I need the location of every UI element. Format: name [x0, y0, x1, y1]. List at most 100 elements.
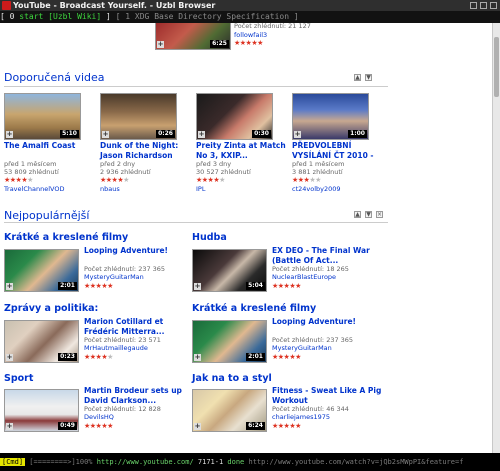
video-title[interactable]: Preity Zinta at Match No 3, KXIP...: [196, 141, 286, 161]
top-video-views: Počet zhlédnutí: 21 127: [234, 23, 311, 30]
video-thumbnail[interactable]: + 5:04: [192, 249, 267, 292]
category-heading[interactable]: Sport: [4, 373, 33, 385]
video-title[interactable]: Looping Adventure!: [84, 246, 184, 256]
video-title[interactable]: The Amalfi Coast: [4, 141, 94, 151]
video-user[interactable]: ct24volby2009: [292, 185, 341, 194]
app-icon: [2, 1, 11, 10]
tab-0-index[interactable]: [ 0: [0, 12, 14, 21]
add-icon[interactable]: +: [194, 283, 201, 290]
top-video-rating: ★★★★★: [234, 39, 263, 47]
add-icon[interactable]: +: [102, 131, 109, 138]
tab-0-label[interactable]: start [Uzbl Wiki]: [19, 12, 101, 21]
move-up-icon[interactable]: ▲: [354, 211, 361, 218]
category-heading[interactable]: Zprávy a politika:: [4, 303, 98, 315]
divider: [4, 86, 388, 87]
video-title[interactable]: PŘEDVOLEBNÍ VYSÍLÁNÍ ČT 2010 -: [292, 141, 382, 161]
video-user[interactable]: TravelChannelVOD: [4, 185, 64, 194]
duration-badge: 0:26: [156, 130, 175, 138]
duration-badge: 1:00: [348, 130, 367, 138]
category-heading[interactable]: Hudba: [192, 232, 227, 244]
duration-badge: 2:01: [246, 353, 265, 361]
video-thumbnail[interactable]: + 0:30: [196, 93, 273, 140]
divider: [4, 222, 388, 223]
category-heading[interactable]: Krátké a kreslené filmy: [4, 232, 128, 244]
add-icon[interactable]: +: [198, 131, 205, 138]
close-button[interactable]: [490, 2, 497, 9]
load-state: done: [227, 458, 245, 466]
video-title[interactable]: Martin Brodeur sets up David Clarkson...: [84, 386, 184, 406]
video-rating: ★★★★★: [272, 282, 301, 290]
video-rating: ★★★★★: [4, 176, 33, 184]
tab-1[interactable]: [ 1 XDG Base Directory Specification ]: [116, 12, 299, 21]
video-rating: ★★★★★: [84, 353, 113, 361]
tab-bar: [ 0 start [Uzbl Wiki] ] [ 1 XDG Base Dir…: [0, 11, 500, 23]
current-url: http://www.youtube.com/: [96, 458, 194, 466]
duration-badge: 0:30: [252, 130, 271, 138]
video-rating: ★★★★★: [100, 176, 129, 184]
video-user[interactable]: MysteryGuitarMan: [84, 273, 144, 282]
window-title: YouTube - Broadcast Yourself. - Uzbl Bro…: [13, 1, 216, 10]
video-user[interactable]: DevilsHQ: [84, 413, 114, 422]
video-rating: ★★★★★: [292, 176, 321, 184]
duration-badge: 0:23: [58, 353, 77, 361]
tab-0-close: ]: [106, 12, 111, 21]
video-title[interactable]: Looping Adventure!: [272, 317, 376, 327]
window-titlebar: YouTube - Broadcast Yourself. - Uzbl Bro…: [0, 0, 500, 11]
close-section-icon[interactable]: ×: [376, 211, 383, 218]
duration-badge: 6:25: [210, 40, 229, 48]
video-thumbnail[interactable]: + 0:23: [4, 320, 79, 363]
add-icon[interactable]: +: [157, 41, 164, 48]
move-down-icon[interactable]: ▼: [365, 211, 372, 218]
duration-badge: 6:24: [246, 422, 265, 430]
video-thumbnail[interactable]: + 5:10: [4, 93, 81, 140]
video-user[interactable]: NuclearBlastEurope: [272, 273, 336, 282]
video-title[interactable]: EX DEO - The Final War (Battle Of Act...: [272, 246, 376, 266]
category-heading[interactable]: Krátké a kreslené filmy: [192, 303, 316, 315]
video-thumbnail[interactable]: + 0:26: [100, 93, 177, 140]
hover-link: http://www.youtube.com/watch?v=jQb2sMWpP…: [248, 458, 464, 466]
minimize-button[interactable]: [470, 2, 477, 9]
add-icon[interactable]: +: [6, 131, 13, 138]
video-thumbnail[interactable]: + 2:01: [192, 320, 267, 363]
recommended-heading: Doporučená videa: [4, 71, 105, 84]
duration-badge: 2:01: [58, 282, 77, 290]
video-title[interactable]: Marion Cotillard et Frédéric Mitterra...: [84, 317, 184, 337]
maximize-button[interactable]: [480, 2, 487, 9]
status-bar: [Cmd] [========>]100% http://www.youtube…: [0, 453, 500, 471]
duration-badge: 5:04: [246, 282, 265, 290]
video-title[interactable]: Dunk of the Night: Jason Richardson: [100, 141, 190, 161]
move-up-icon[interactable]: ▲: [354, 74, 361, 81]
video-rating: ★★★★★: [196, 176, 225, 184]
top-video-thumbnail[interactable]: + 6:25: [155, 23, 231, 50]
video-thumbnail[interactable]: + 2:01: [4, 249, 79, 292]
video-user[interactable]: IPL: [196, 185, 205, 194]
video-user[interactable]: MrHautmaillegaude: [84, 344, 148, 353]
add-icon[interactable]: +: [194, 423, 201, 430]
video-user[interactable]: charliejames1975: [272, 413, 330, 422]
load-progress: [========>]100%: [29, 458, 93, 466]
video-rating: ★★★★★: [272, 353, 301, 361]
add-icon[interactable]: +: [6, 354, 13, 361]
add-icon[interactable]: +: [294, 131, 301, 138]
add-icon[interactable]: +: [194, 354, 201, 361]
video-rating: ★★★★★: [84, 282, 113, 290]
status-count: 7171-1: [197, 458, 224, 466]
move-down-icon[interactable]: ▼: [365, 74, 372, 81]
video-thumbnail[interactable]: + 1:00: [292, 93, 369, 140]
mode-indicator: [Cmd]: [0, 458, 26, 466]
scrollbar-thumb[interactable]: [494, 37, 499, 97]
popular-heading: Nejpopulárnější: [4, 209, 90, 222]
video-thumbnail[interactable]: + 6:24: [192, 389, 267, 432]
add-icon[interactable]: +: [6, 283, 13, 290]
duration-badge: 5:10: [60, 130, 79, 138]
duration-badge: 0:49: [58, 422, 77, 430]
video-title[interactable]: Fitness - Sweat Like A Pig Workout: [272, 386, 382, 406]
video-user[interactable]: MysteryGuitarMan: [272, 344, 332, 353]
category-heading[interactable]: Jak na to a styl: [192, 373, 272, 385]
video-rating: ★★★★★: [272, 422, 301, 430]
vertical-scrollbar[interactable]: [492, 23, 500, 453]
add-icon[interactable]: +: [6, 423, 13, 430]
video-rating: ★★★★★: [84, 422, 113, 430]
video-user[interactable]: nbaus: [100, 185, 120, 194]
video-thumbnail[interactable]: + 0:49: [4, 389, 79, 432]
